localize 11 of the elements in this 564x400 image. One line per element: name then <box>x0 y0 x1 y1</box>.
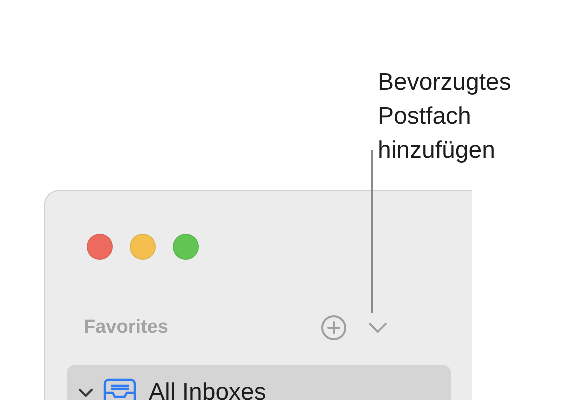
plus-circle-icon <box>321 315 347 341</box>
chevron-down-icon <box>368 322 388 334</box>
inbox-tray-icon <box>103 378 137 400</box>
add-button[interactable] <box>319 313 349 343</box>
minimize-button[interactable] <box>130 234 156 260</box>
annotation-text: Bevorzugtes Postfach hinzufügen <box>378 68 512 166</box>
sidebar-item-label: All Inboxes <box>149 379 266 400</box>
section-label: Favorites <box>84 317 170 339</box>
close-button[interactable] <box>87 234 113 260</box>
sidebar-item[interactable]: All Inboxes <box>67 365 451 400</box>
zoom-button[interactable] <box>173 234 199 260</box>
